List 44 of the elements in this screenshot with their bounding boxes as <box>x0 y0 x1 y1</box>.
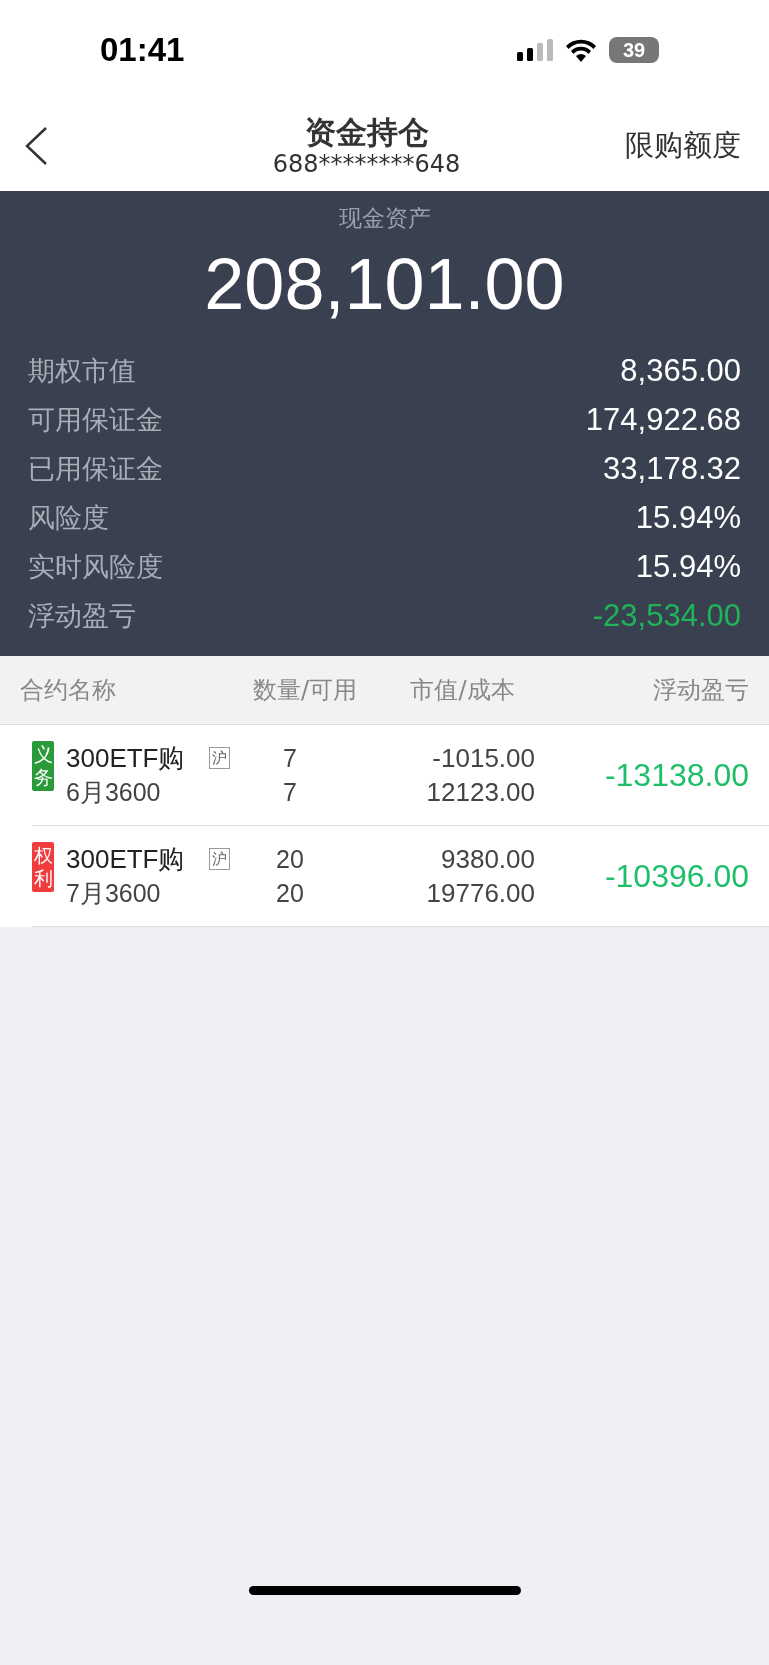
summary-value: 8,365.00 <box>620 352 741 389</box>
contract-name: 300ETF购 <box>66 742 185 775</box>
page-title: 资金持仓 <box>304 113 429 150</box>
back-icon[interactable] <box>24 125 48 166</box>
summary-label: 可用保证金 <box>28 402 163 437</box>
contract-name: 300ETF购 <box>66 843 185 876</box>
column-header: 数量/可用 <box>251 675 359 706</box>
type-tag: 权利 <box>32 842 54 892</box>
contract-detail: 6月3600 <box>66 777 162 808</box>
cash-label: 现金资产 <box>338 204 431 233</box>
signal-icon <box>517 39 553 61</box>
summary-label: 已用保证金 <box>28 451 163 486</box>
market-value: 9380.00 <box>441 843 535 876</box>
column-header: 合约名称 <box>20 675 117 706</box>
floating-pnl: -13138.00 <box>603 756 749 794</box>
quantity: 7 <box>283 743 297 774</box>
summary-label: 风险度 <box>28 500 109 535</box>
column-header: 市值/成本 <box>409 675 516 706</box>
battery-icon: 39 <box>609 37 659 63</box>
contract-detail: 7月3600 <box>66 878 162 909</box>
market-tag: 沪 <box>208 747 230 769</box>
cost: 12123.00 <box>426 776 535 809</box>
available-quantity: 7 <box>283 777 297 808</box>
account-number: 688********648 <box>272 149 461 178</box>
summary-label: 浮动盈亏 <box>28 598 136 633</box>
summary-value: 15.94% <box>635 499 741 536</box>
summary-label: 期权市值 <box>28 353 136 388</box>
summary-value: 33,178.32 <box>603 450 741 487</box>
type-tag: 义务 <box>32 741 54 791</box>
summary-value: 15.94% <box>635 548 741 585</box>
purchase-limit-button[interactable]: 限购额度 <box>625 125 741 166</box>
market-value: -1015.00 <box>432 742 535 775</box>
available-quantity: 20 <box>276 878 304 909</box>
quantity: 20 <box>276 844 304 875</box>
status-time: 01:41 <box>100 31 185 69</box>
summary-label: 实时风险度 <box>28 549 163 584</box>
market-tag: 沪 <box>208 848 230 870</box>
wifi-icon <box>565 38 597 62</box>
column-header: 浮动盈亏 <box>652 675 749 706</box>
floating-pnl: -10396.00 <box>603 857 749 895</box>
summary-value: 174,922.68 <box>585 401 741 438</box>
summary-value: -23,534.00 <box>592 597 741 634</box>
cash-value: 208,101.00 <box>204 243 565 326</box>
cost: 19776.00 <box>426 877 535 910</box>
